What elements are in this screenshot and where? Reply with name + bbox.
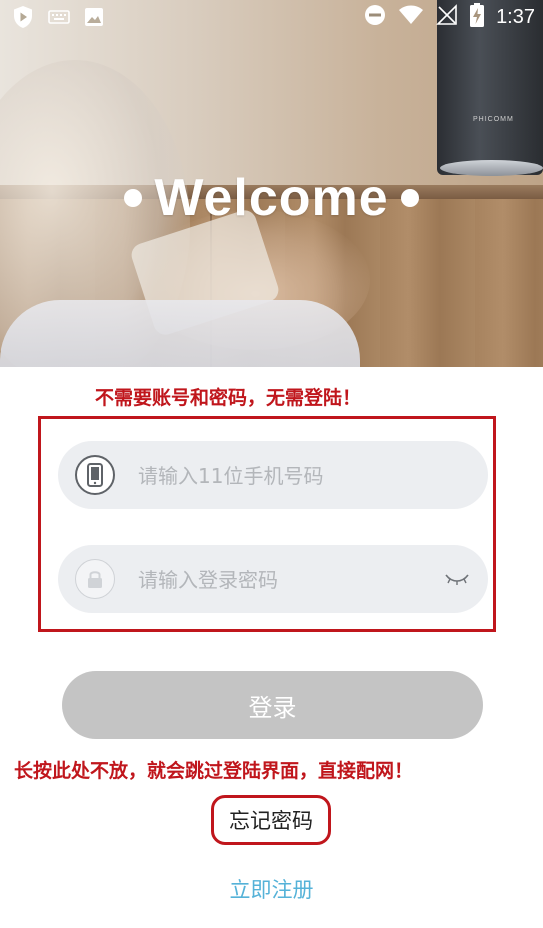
- forgot-password-link[interactable]: 忘记密码: [211, 795, 331, 845]
- password-input[interactable]: [136, 559, 440, 601]
- status-time: 1:37: [496, 5, 535, 28]
- no-signal-icon: [436, 4, 458, 30]
- phone-input[interactable]: [136, 455, 440, 497]
- lock-icon: [75, 559, 115, 599]
- phone-icon: [75, 455, 115, 495]
- welcome-dot-right: [400, 189, 419, 207]
- image-icon: [84, 7, 104, 31]
- login-button[interactable]: 登录: [62, 671, 483, 739]
- status-bar: 1:37: [0, 0, 543, 34]
- annotation-long-press-hint: 长按此处不放，就会跳过登陆界面，直接配网！: [14, 760, 414, 782]
- welcome-dot-left: [124, 189, 143, 207]
- shield-play-icon: [12, 5, 34, 33]
- register-link[interactable]: 立即注册: [0, 874, 543, 904]
- forgot-password-label: 忘记密码: [229, 809, 313, 833]
- battery-charging-icon: [470, 3, 485, 31]
- device-brand-label: PHICOMM: [473, 116, 514, 123]
- do-not-disturb-icon: [364, 4, 386, 30]
- hero-banner: PHICOMM Welcome: [0, 0, 543, 367]
- hero-sleeve: [0, 300, 360, 367]
- keyboard-icon: [48, 9, 70, 29]
- eye-closed-icon[interactable]: [444, 567, 470, 591]
- welcome-heading: Welcome: [0, 168, 543, 228]
- annotation-no-account-needed: 不需要账号和密码，无需登陆！: [95, 387, 362, 409]
- password-field[interactable]: [58, 545, 488, 613]
- phone-field[interactable]: [58, 441, 488, 509]
- welcome-text: Welcome: [154, 169, 389, 227]
- wifi-icon: [398, 5, 424, 29]
